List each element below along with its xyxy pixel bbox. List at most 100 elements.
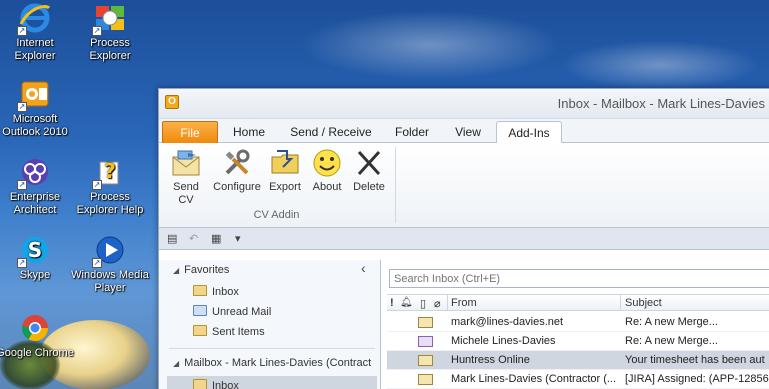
envelope-icon — [418, 374, 433, 385]
mail-list-area: ! 🔔︎ ▯ ⌀ From Subject mark@lines-davies.… — [387, 260, 769, 389]
nav-item-unread-mail[interactable]: Unread Mail — [193, 305, 271, 318]
subject-column-header[interactable]: Subject — [625, 297, 662, 309]
desktop-icon-skype[interactable]: S ↗ Skype — [0, 234, 74, 282]
mail-row[interactable]: mark@lines-davies.net Re: A new Merge... — [387, 313, 769, 332]
desktop-icon-label: Enterprise Architect — [9, 191, 61, 216]
navigation-pane: ◢ Favorites ‹ Inbox Unread Mail Sent Item… — [159, 260, 381, 389]
search-input[interactable] — [389, 269, 769, 288]
nav-item-inbox[interactable]: Inbox — [193, 285, 239, 298]
desktop-icon-label: Google Chrome — [0, 347, 74, 359]
inbox-folder-icon — [193, 285, 207, 296]
send-cv-label-line1: Send — [173, 181, 199, 193]
desktop-icon-outlook[interactable]: ↗ Microsoft Outlook 2010 — [0, 78, 74, 139]
mail-row[interactable]: Michele Lines-Davies Re: A new Merge... — [387, 332, 769, 351]
ribbon-group-separator — [395, 147, 396, 223]
mailbox-label: Mailbox - Mark Lines-Davies (Contract — [184, 357, 372, 369]
mail-from: Mark Lines-Davies (Contractor (... — [451, 373, 617, 385]
desktop-icon-label: Internet Explorer — [14, 37, 56, 62]
nav-item-sent-items[interactable]: Sent Items — [193, 325, 265, 338]
desktop-icon-process-explorer-help[interactable]: ? ↗ Process Explorer Help — [71, 156, 149, 217]
mail-subject: Re: A new Merge... — [625, 335, 718, 347]
configure-button[interactable]: Configure — [209, 147, 265, 194]
sky-cloud — [560, 40, 760, 90]
tab-file[interactable]: File — [162, 121, 218, 143]
column-divider — [620, 295, 621, 310]
about-label: About — [312, 181, 342, 193]
reading-pane-icon[interactable]: ▤ — [167, 232, 177, 245]
export-button[interactable]: Export — [265, 147, 305, 194]
configure-label: Configure — [213, 181, 261, 193]
folder-list-icon[interactable]: ▦ — [211, 232, 221, 245]
nav-item-mailbox-inbox[interactable]: Inbox — [167, 376, 377, 389]
send-cv-button[interactable]: Send CV — [167, 147, 205, 207]
desktop-icon-process-explorer[interactable]: ↗ Process Explorer — [71, 2, 149, 63]
expand-triangle-icon: ◢ — [173, 266, 180, 275]
tab-home[interactable]: Home — [223, 121, 275, 143]
mail-subject: [JIRA] Assigned: (APP-128569 — [625, 373, 769, 385]
mail-row-selected[interactable]: Huntress Online Your timesheet has been … — [387, 351, 769, 370]
process-explorer-icon: ↗ — [92, 2, 126, 36]
envelope-icon — [418, 336, 433, 347]
mailbox-header[interactable]: ◢ Mailbox - Mark Lines-Davies (Contract — [173, 357, 371, 369]
envelope-icon — [418, 317, 433, 328]
outlook-app-icon[interactable]: O — [165, 95, 179, 109]
undo-icon[interactable]: ↶ — [189, 232, 198, 245]
nav-item-label: Sent Items — [212, 326, 265, 338]
tab-send-receive[interactable]: Send / Receive — [281, 121, 381, 143]
tab-folder[interactable]: Folder — [387, 121, 437, 143]
nav-item-label: Inbox — [212, 380, 239, 389]
icon-column-doc-icon[interactable]: ▯ — [420, 297, 426, 310]
reminder-bell-icon[interactable]: 🔔︎ — [400, 297, 413, 308]
nav-divider — [169, 348, 375, 349]
desktop-icon-label: Microsoft Outlook 2010 — [2, 113, 68, 138]
configure-icon — [221, 147, 253, 179]
internet-explorer-icon: ↗ — [17, 2, 51, 36]
enterprise-architect-icon: ↗ — [17, 156, 51, 190]
sky-cloud — [300, 10, 560, 80]
outlook-icon: ↗ — [17, 78, 51, 112]
desktop-icon-label: Skype — [19, 269, 51, 281]
mail-row[interactable]: Mark Lines-Davies (Contractor (... [JIRA… — [387, 370, 769, 389]
attachment-column-icon[interactable]: ⌀ — [434, 297, 441, 310]
desktop-icon-google-chrome[interactable]: Google Chrome — [0, 312, 74, 360]
nav-item-label: Inbox — [212, 286, 239, 298]
export-icon — [269, 147, 301, 179]
importance-column[interactable]: ! — [390, 297, 394, 309]
desktop-icon-windows-media-player[interactable]: ↗ Windows Media Player — [71, 234, 149, 295]
envelope-icon — [418, 355, 433, 366]
delete-button[interactable]: Delete — [349, 147, 389, 194]
tab-view[interactable]: View — [444, 121, 492, 143]
mail-from: Michele Lines-Davies — [451, 335, 556, 347]
send-cv-label-line2: CV — [178, 194, 194, 206]
desktop-icon-label: Windows Media Player — [71, 269, 149, 294]
mail-from: Huntress Online — [451, 354, 530, 366]
about-button[interactable]: About — [307, 147, 347, 194]
chevron-down-icon[interactable]: ▾ — [235, 232, 241, 245]
send-cv-icon — [170, 147, 202, 179]
favorites-header[interactable]: ◢ Favorites — [173, 264, 229, 276]
quick-access-toolbar: ▤ ↶ ▦ ▾ — [159, 228, 769, 250]
export-label: Export — [269, 181, 301, 193]
media-player-icon: ↗ — [92, 234, 126, 268]
desktop-icon-enterprise-architect[interactable]: ↗ Enterprise Architect — [0, 156, 74, 217]
ribbon: Send CV Configure Export About Delete CV… — [159, 143, 769, 228]
favorites-label: Favorites — [184, 264, 230, 276]
skype-icon: S ↗ — [17, 234, 51, 268]
title-bar[interactable]: O Inbox - Mailbox - Mark Lines-Davies — [159, 89, 769, 119]
mail-subject: Your timesheet has been aut — [625, 354, 765, 366]
outlook-window[interactable]: O Inbox - Mailbox - Mark Lines-Davies Fi… — [158, 88, 769, 389]
tab-add-ins[interactable]: Add-Ins — [496, 121, 562, 144]
smiley-icon — [311, 147, 343, 179]
chrome-icon — [19, 312, 51, 344]
mail-from: mark@lines-davies.net — [451, 316, 564, 328]
svg-text:S: S — [28, 238, 42, 262]
collapse-pane-icon[interactable]: ‹ — [361, 260, 366, 276]
desktop-icon-label: Process Explorer Help — [76, 191, 144, 216]
svg-text:?: ? — [104, 159, 116, 183]
desktop-icon-internet-explorer[interactable]: ↗ Internet Explorer — [0, 2, 74, 63]
window-title: Inbox - Mailbox - Mark Lines-Davies — [557, 96, 765, 111]
desktop-icon-label: Process Explorer — [89, 37, 131, 62]
from-column-header[interactable]: From — [451, 297, 477, 309]
ribbon-group-label: CV Addin — [253, 209, 300, 221]
search-folder-icon — [193, 305, 207, 316]
